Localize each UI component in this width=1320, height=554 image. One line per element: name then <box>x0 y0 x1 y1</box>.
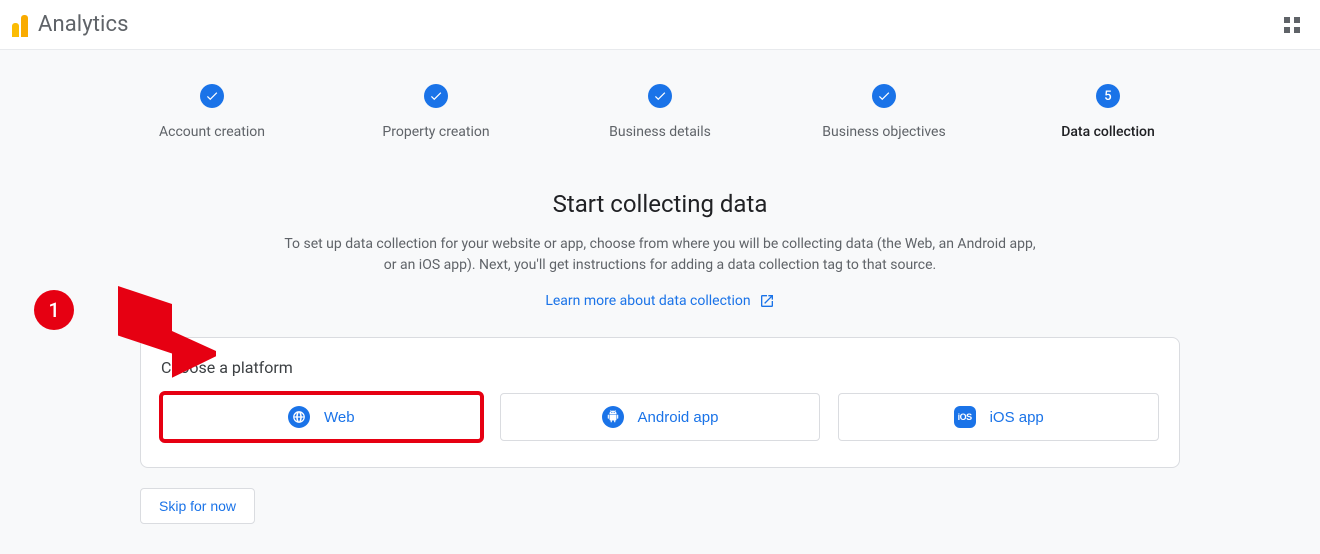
checkmark-icon <box>424 84 448 108</box>
stepper: Account creation Property creation Busin… <box>100 84 1220 140</box>
checkmark-icon <box>872 84 896 108</box>
step-number-badge: 5 <box>1096 84 1120 108</box>
step-label: Business details <box>609 124 711 140</box>
checkmark-icon <box>200 84 224 108</box>
globe-icon <box>288 406 310 428</box>
checkmark-icon <box>648 84 672 108</box>
platform-card: Choose a platform Web Android app iOS <box>140 337 1180 468</box>
step-account-creation: Account creation <box>100 84 324 140</box>
external-link-icon <box>759 293 775 309</box>
platform-ios-button[interactable]: iOS iOS app <box>838 393 1159 441</box>
platform-section-title: Choose a platform <box>161 358 1159 377</box>
step-data-collection: 5 Data collection <box>996 84 1220 140</box>
skip-button[interactable]: Skip for now <box>140 488 255 524</box>
analytics-logo-icon <box>12 13 28 37</box>
platform-options-row: Web Android app iOS iOS app <box>161 393 1159 441</box>
app-title: Analytics <box>38 12 129 37</box>
app-header: Analytics <box>0 0 1320 50</box>
apps-grid-icon[interactable] <box>1284 17 1300 33</box>
main-section: Start collecting data To set up data col… <box>140 190 1180 309</box>
step-label: Property creation <box>382 124 489 140</box>
page-content: Account creation Property creation Busin… <box>0 50 1320 554</box>
platform-label: Web <box>324 409 355 426</box>
android-icon <box>602 406 624 428</box>
step-property-creation: Property creation <box>324 84 548 140</box>
learn-more-link[interactable]: Learn more about data collection <box>545 293 774 309</box>
step-label: Data collection <box>1061 124 1155 140</box>
step-label: Account creation <box>159 124 265 140</box>
header-left: Analytics <box>12 12 129 37</box>
ios-icon: iOS <box>954 406 976 428</box>
platform-label: iOS app <box>990 409 1044 426</box>
step-business-details: Business details <box>548 84 772 140</box>
learn-more-label: Learn more about data collection <box>545 293 750 309</box>
page-description: To set up data collection for your websi… <box>280 234 1040 276</box>
step-business-objectives: Business objectives <box>772 84 996 140</box>
page-title: Start collecting data <box>140 190 1180 218</box>
step-label: Business objectives <box>822 124 945 140</box>
platform-android-button[interactable]: Android app <box>500 393 821 441</box>
platform-label: Android app <box>638 409 719 426</box>
platform-web-button[interactable]: Web <box>161 393 482 441</box>
